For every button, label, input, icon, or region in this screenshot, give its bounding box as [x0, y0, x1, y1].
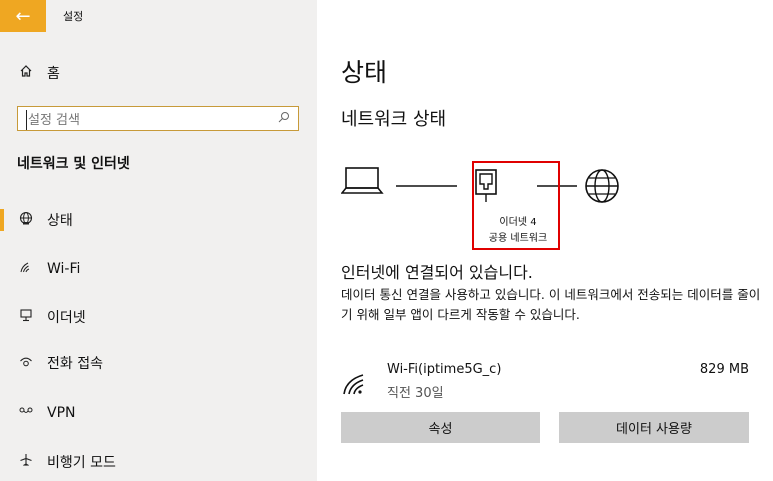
- sidebar-item-vpn[interactable]: VPN: [0, 396, 317, 430]
- network-status-heading: 네트워크 상태: [341, 109, 447, 130]
- sidebar-item-label: 비행기 모드: [47, 455, 116, 471]
- network-type: 공용 네트워크: [488, 233, 548, 244]
- wifi-usage-period: 직전 30일: [387, 386, 444, 401]
- home-icon: [17, 64, 35, 82]
- sidebar-item-wifi[interactable]: Wi-Fi: [0, 252, 317, 286]
- page-title: 상태: [341, 58, 388, 87]
- section-title: 네트워크 및 인터넷: [17, 156, 130, 172]
- sidebar-item-airplane-mode[interactable]: 비행기 모드: [0, 445, 317, 479]
- laptop-icon: [341, 167, 384, 194]
- sidebar-item-label: 상태: [47, 213, 73, 229]
- arrow-left-icon: ←: [15, 5, 31, 27]
- home-nav-item[interactable]: 홈: [0, 58, 317, 88]
- ethernet-icon: [17, 308, 35, 326]
- wifi-network-name: Wi-Fi(iptime5G_c): [387, 362, 502, 377]
- sidebar-item-status[interactable]: 상태: [0, 203, 317, 237]
- title-bar: ← 설정: [0, 0, 317, 32]
- sidebar-item-label: Wi-Fi: [47, 261, 81, 277]
- home-label: 홈: [47, 66, 60, 82]
- back-button[interactable]: ←: [0, 0, 46, 32]
- globe-icon: [17, 211, 35, 229]
- sidebar-item-label: 이더넷: [47, 310, 86, 326]
- sidebar-item-label: 전화 접속: [47, 356, 103, 372]
- search-box[interactable]: [17, 106, 299, 131]
- metered-description: 데이터 통신 연결을 사용하고 있습니다. 이 네트워크에서 전송되는 데이터를…: [341, 287, 761, 322]
- airplane-icon: [17, 453, 35, 471]
- main-content: 상태 네트워크 상태 이더넷 4 공용 네트워크 인터넷에 연결되어 있습니다.…: [317, 0, 773, 481]
- data-usage-button[interactable]: 데이터 사용량: [559, 412, 749, 443]
- network-diagram: 이더넷 4 공용 네트워크: [341, 158, 641, 253]
- app-title: 설정: [63, 10, 84, 23]
- connection-status-text: 인터넷에 연결되어 있습니다.: [341, 263, 533, 282]
- sidebar-item-ethernet[interactable]: 이더넷: [0, 300, 317, 334]
- search-input[interactable]: [26, 110, 270, 130]
- sidebar: ← 설정 홈 네트워크 및 인터넷 상태 Wi-Fi 이더넷: [0, 0, 317, 481]
- dialup-icon: [17, 354, 35, 372]
- adapter-highlight-box[interactable]: 이더넷 4 공용 네트워크: [472, 161, 560, 250]
- wifi-icon: [17, 260, 35, 278]
- adapter-name: 이더넷 4: [499, 217, 537, 228]
- search-icon[interactable]: [278, 111, 290, 126]
- sidebar-item-dialup[interactable]: 전화 접속: [0, 346, 317, 380]
- sidebar-item-label: VPN: [47, 405, 76, 421]
- globe-icon: [585, 169, 619, 203]
- vpn-icon: [17, 404, 35, 422]
- wifi-data-usage: 829 MB: [699, 362, 749, 377]
- properties-button[interactable]: 속성: [341, 412, 540, 443]
- wifi-signal-icon: [341, 372, 369, 396]
